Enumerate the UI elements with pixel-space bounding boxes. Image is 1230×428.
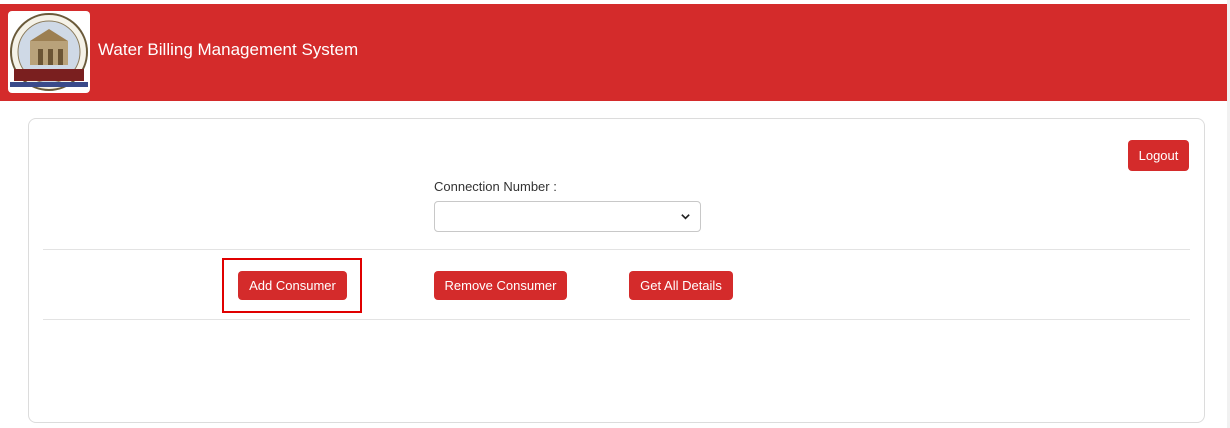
connection-number-label: Connection Number : — [434, 179, 557, 194]
divider-top — [43, 249, 1190, 250]
remove-consumer-button[interactable]: Remove Consumer — [434, 271, 567, 300]
chevron-down-icon — [681, 214, 690, 220]
main-card: Logout Connection Number : Add Consumer … — [28, 118, 1205, 423]
app-title: Water Billing Management System — [98, 40, 359, 59]
connection-number-select[interactable] — [434, 201, 701, 232]
logout-button[interactable]: Logout — [1128, 140, 1189, 171]
divider-bottom — [43, 319, 1190, 320]
app-header: Water Billing Management System — [0, 4, 1227, 101]
municipal-logo-icon — [8, 11, 90, 93]
add-consumer-button[interactable]: Add Consumer — [238, 271, 347, 300]
get-all-details-button[interactable]: Get All Details — [629, 271, 733, 300]
